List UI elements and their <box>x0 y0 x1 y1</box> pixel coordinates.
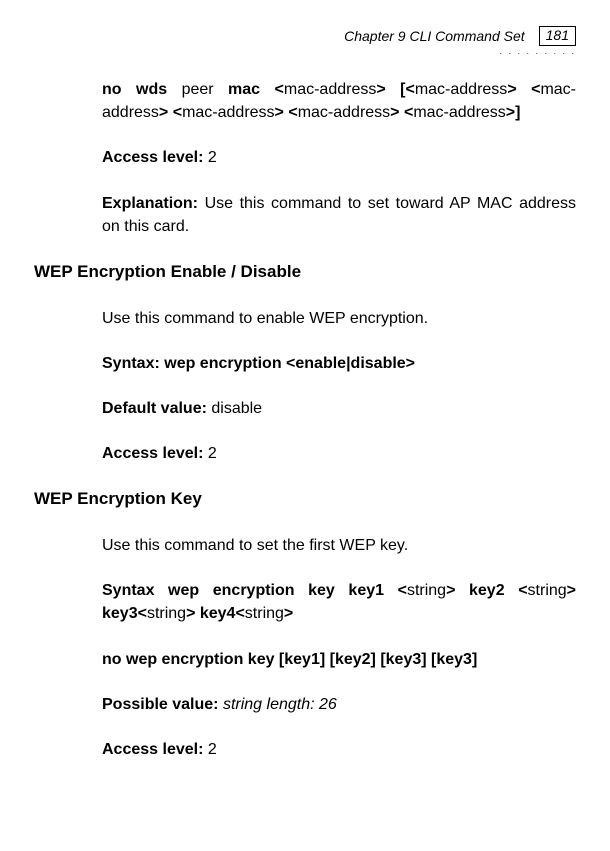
t: mac < <box>228 81 284 98</box>
wep-key-possible-value: Possible value: string length: 26 <box>102 693 576 716</box>
value: disable <box>211 400 262 417</box>
page: Chapter 9 CLI Command Set 181 . . . . . … <box>0 0 610 851</box>
t: > < <box>390 104 413 121</box>
t: string <box>528 582 567 599</box>
heading-wep-enable: WEP Encryption Enable / Disable <box>34 260 576 285</box>
label: Possible value: <box>102 696 223 713</box>
label: Access level: <box>102 149 208 166</box>
t: Syntax wep encryption key key1 < <box>102 582 407 599</box>
value: string length: 26 <box>223 696 337 713</box>
t: string <box>407 582 446 599</box>
t: peer <box>167 81 228 98</box>
t: string <box>147 605 186 622</box>
text: no wep encryption key [key1] [key2] [key… <box>102 651 477 668</box>
t: > < <box>275 104 298 121</box>
t: > < <box>159 104 182 121</box>
wep-enable-syntax: Syntax: wep encryption <enable|disable> <box>102 352 576 375</box>
label: Access level: <box>102 741 208 758</box>
header-dots: . . . . . . . . . <box>499 46 576 56</box>
text: Syntax: wep encryption <enable|disable> <box>102 355 415 372</box>
label: Access level: <box>102 445 208 462</box>
wep-key-access: Access level: 2 <box>102 738 576 761</box>
label: Explanation: <box>102 195 205 212</box>
wep-key-syntax: Syntax wep encryption key key1 <string> … <box>102 579 576 625</box>
wep-enable-access: Access level: 2 <box>102 442 576 465</box>
t: > [< <box>376 81 414 98</box>
wep-key-no-syntax: no wep encryption key [key1] [key2] [key… <box>102 648 576 671</box>
value: 2 <box>208 149 217 166</box>
wds-access-level: Access level: 2 <box>102 146 576 169</box>
label: Default value: <box>102 400 211 417</box>
t: no wds <box>102 81 167 98</box>
wds-syntax: no wds peer mac <mac-address> [<mac-addr… <box>102 78 576 124</box>
wds-explanation: Explanation: Use this command to set tow… <box>102 192 576 238</box>
value: 2 <box>208 741 217 758</box>
content: no wds peer mac <mac-address> [<mac-addr… <box>34 78 576 761</box>
wep-enable-default: Default value: disable <box>102 397 576 420</box>
header-page-number: 181 <box>539 26 576 46</box>
t: mac-address <box>413 104 505 121</box>
t: string <box>245 605 284 622</box>
page-header: Chapter 9 CLI Command Set 181 <box>344 26 576 46</box>
t: > key2 < <box>446 582 527 599</box>
wep-key-desc: Use this command to set the first WEP ke… <box>102 534 576 557</box>
t: > < <box>507 81 540 98</box>
t: mac-address <box>298 104 390 121</box>
t: mac-address <box>284 81 376 98</box>
value: 2 <box>208 445 217 462</box>
wep-enable-desc: Use this command to enable WEP encryptio… <box>102 307 576 330</box>
heading-wep-key: WEP Encryption Key <box>34 487 576 512</box>
t: mac-address <box>182 104 274 121</box>
t: mac-address <box>415 81 507 98</box>
t: >] <box>506 104 521 121</box>
header-chapter: Chapter 9 CLI Command Set <box>344 28 525 44</box>
t: > <box>284 605 293 622</box>
t: > key4< <box>186 605 245 622</box>
